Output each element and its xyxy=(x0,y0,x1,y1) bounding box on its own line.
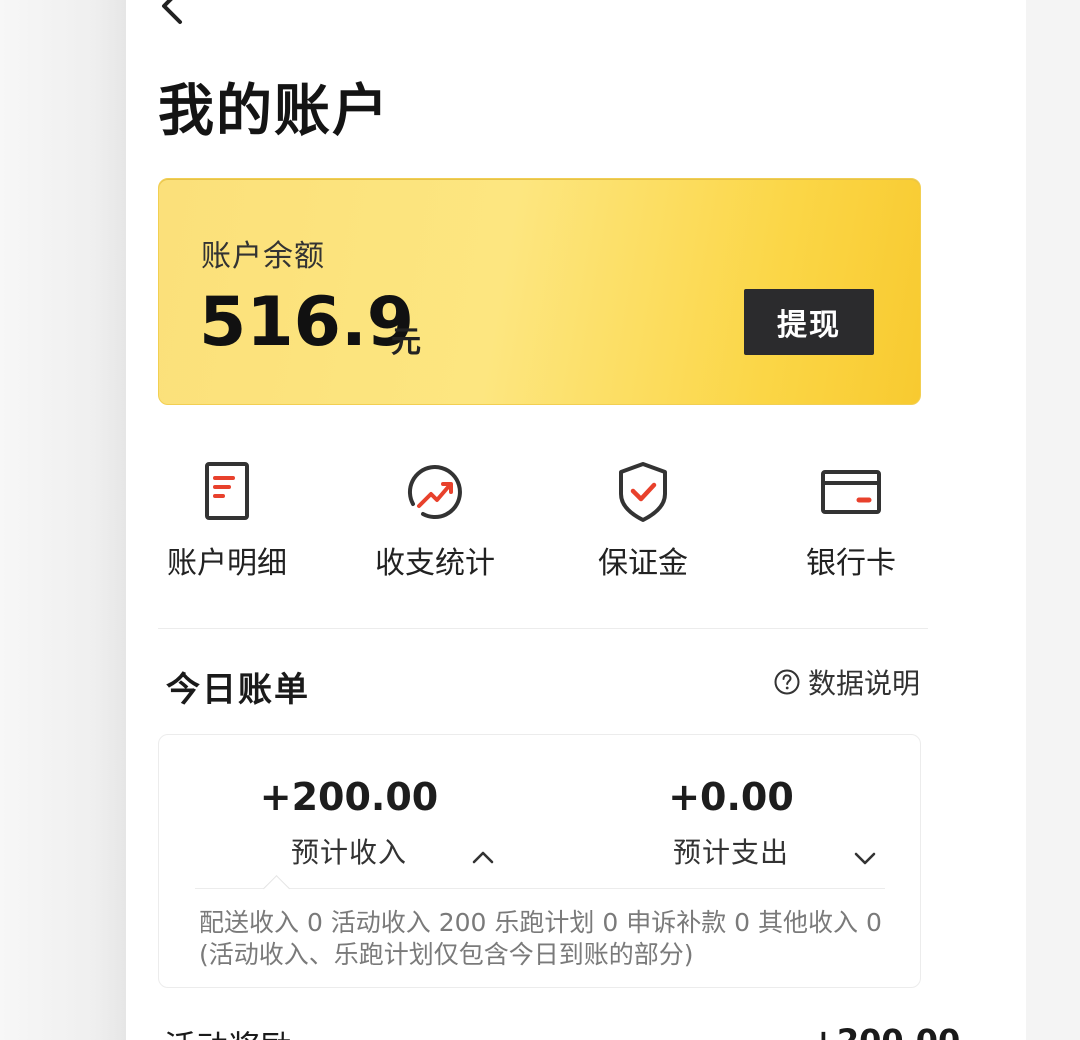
balance-amount: 516.9 xyxy=(199,283,415,362)
today-bill-title: 今日账单 xyxy=(166,670,310,710)
expense-amount: +0.00 xyxy=(668,775,794,819)
shortcut-label: 收支统计 xyxy=(375,546,495,581)
document-icon xyxy=(205,462,249,520)
income-summary[interactable]: +200.00 预计收入 xyxy=(229,775,469,871)
shortcut-label: 账户明细 xyxy=(167,546,287,581)
balance-card: 账户余额 516.9 元 提现 xyxy=(158,178,921,405)
breakdown-note: (活动收入、乐跑计划仅包含今日到账的部分) xyxy=(199,940,694,969)
page-title: 我的账户 xyxy=(158,79,390,144)
data-help-label: 数据说明 xyxy=(808,667,921,700)
withdraw-button[interactable]: 提现 xyxy=(744,289,874,355)
back-button[interactable] xyxy=(152,0,192,26)
chevron-down-icon[interactable] xyxy=(853,851,877,867)
balance-unit: 元 xyxy=(391,325,421,360)
bank-card-icon xyxy=(821,470,881,514)
data-help-link[interactable]: 数据说明 xyxy=(774,662,920,702)
question-circle-icon xyxy=(774,669,800,695)
bill-divider xyxy=(195,888,885,889)
breakdown-line: 配送收入 0 活动收入 200 乐跑计划 0 申诉补款 0 其他收入 0 xyxy=(199,908,882,937)
activity-reward-label: 活动奖励 xyxy=(164,1022,292,1040)
shortcut-account-detail[interactable]: 账户明细 xyxy=(132,460,322,590)
background-right-edge xyxy=(1026,0,1080,1040)
income-label: 预计收入 xyxy=(290,836,407,869)
income-amount: +200.00 xyxy=(259,775,439,819)
expense-summary[interactable]: +0.00 预计支出 xyxy=(611,775,851,871)
shortcut-label: 银行卡 xyxy=(806,546,896,581)
shield-check-icon xyxy=(619,462,667,522)
phone-screen: 我的账户 账户余额 516.9 元 提现 账户明细 收支统计 保证金 银行卡 今… xyxy=(126,0,1026,1040)
today-bill-card: +200.00 预计收入 +0.00 预计支出 配送收入 0 活动收入 200 … xyxy=(158,734,921,988)
trend-chart-icon xyxy=(407,465,462,520)
expand-pointer xyxy=(263,875,290,902)
chevron-up-icon[interactable] xyxy=(471,849,495,865)
balance-label: 账户余额 xyxy=(201,239,325,274)
section-divider xyxy=(158,628,928,629)
activity-reward-value: +200.00 xyxy=(810,1022,960,1040)
chevron-left-icon xyxy=(162,0,182,24)
shortcut-income-stats[interactable]: 收支统计 xyxy=(340,460,530,590)
background-left-edge xyxy=(0,0,126,1040)
shortcut-deposit[interactable]: 保证金 xyxy=(548,460,738,590)
income-breakdown: 配送收入 0 活动收入 200 乐跑计划 0 申诉补款 0 其他收入 0 (活动… xyxy=(199,907,882,971)
expense-label: 预计支出 xyxy=(672,836,789,869)
shortcut-label: 保证金 xyxy=(598,546,688,581)
shortcut-bank-card[interactable]: 银行卡 xyxy=(756,460,946,590)
